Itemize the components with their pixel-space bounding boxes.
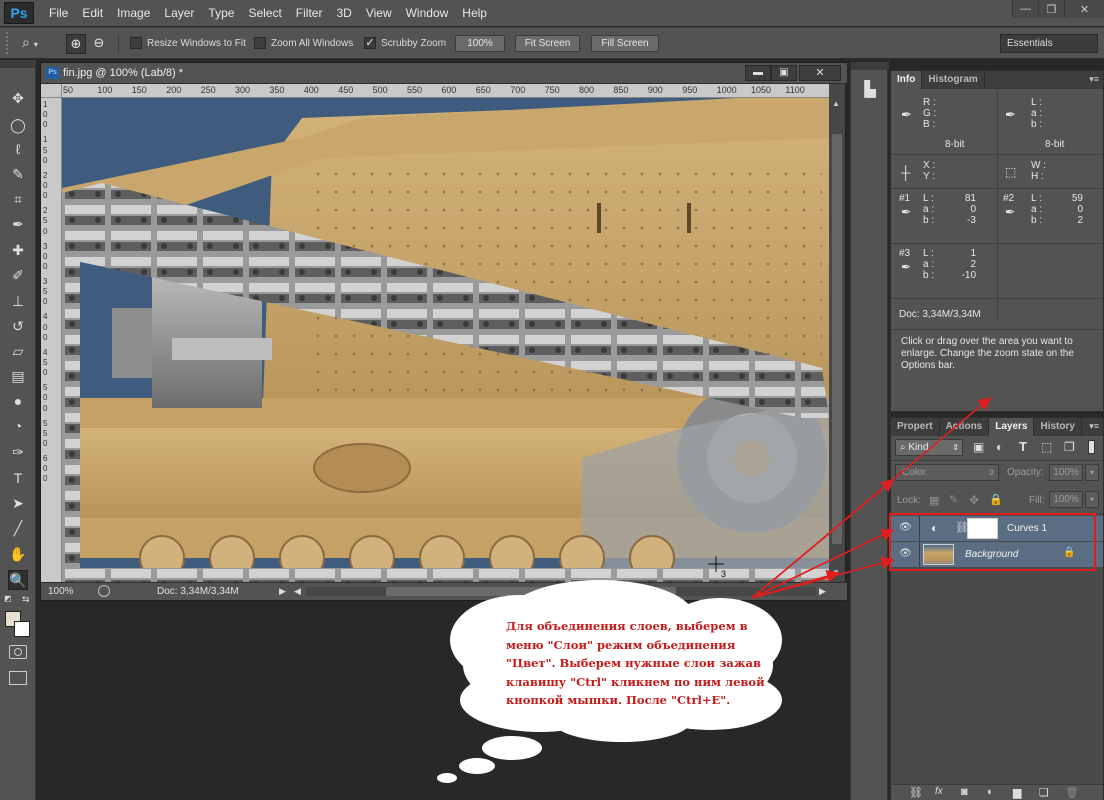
annotation-arrows (751, 396, 992, 599)
callout-text: Для объединения слоев, выберем в меню "С… (506, 619, 765, 707)
layers-highlight-box (889, 513, 1096, 571)
